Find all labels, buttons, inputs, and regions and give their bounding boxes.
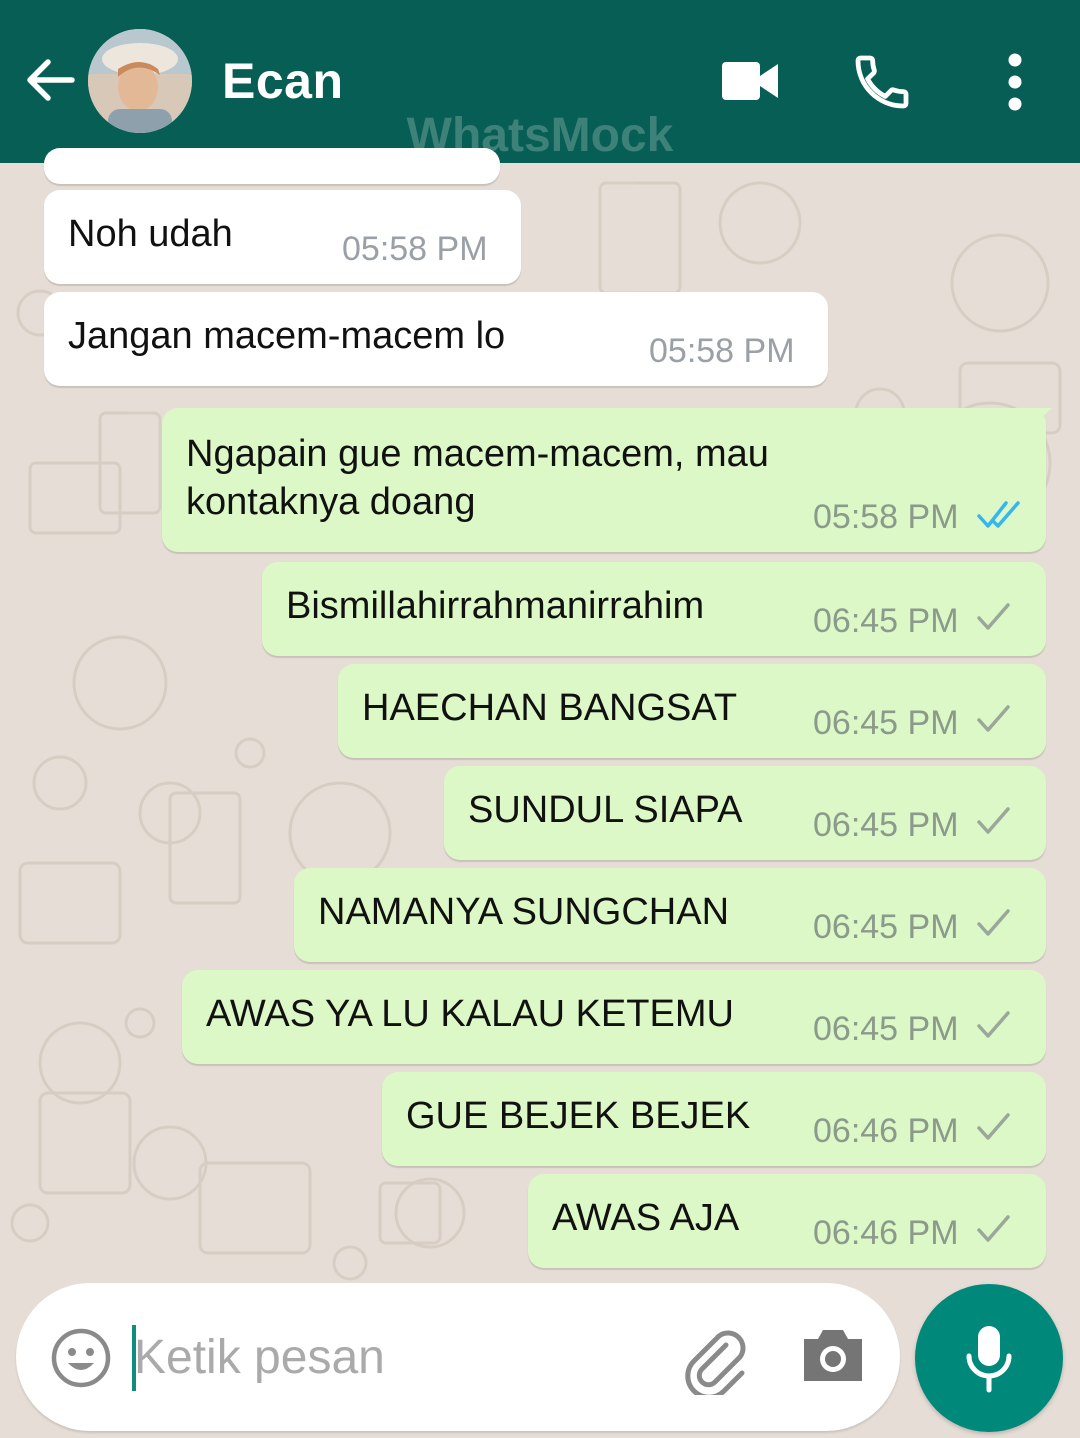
message-composer <box>16 1283 900 1431</box>
more-vertical-icon <box>1008 53 1022 111</box>
message-bubble-outgoing[interactable]: HAECHAN BANGSAT 06:45 PM <box>338 664 1046 758</box>
voice-message-button[interactable] <box>915 1284 1063 1432</box>
message-text: GUE BEJEK BEJEK <box>406 1095 751 1137</box>
message-time: 05:58 PM <box>342 230 488 268</box>
message-time: 06:45 PM <box>813 806 959 844</box>
message-bubble-partial[interactable] <box>44 148 500 184</box>
message-text: AWAS YA LU KALAU KETEMU <box>206 993 734 1035</box>
check-sent-icon <box>977 909 1010 936</box>
message-text: Noh udah <box>68 213 233 255</box>
more-options-button[interactable] <box>995 52 1035 112</box>
camera-button[interactable] <box>800 1325 866 1385</box>
check-sent-icon <box>977 603 1010 630</box>
video-call-button[interactable] <box>720 58 780 104</box>
message-text: SUNDUL SIAPA <box>468 789 743 831</box>
contact-name[interactable]: Ecan <box>222 52 344 110</box>
message-time: 06:45 PM <box>813 704 959 742</box>
message-bubble-outgoing[interactable]: AWAS AJA 06:46 PM <box>528 1174 1046 1268</box>
message-text-line-2: kontaknya doang <box>186 481 476 523</box>
message-bubble-outgoing[interactable]: SUNDUL SIAPA 06:45 PM <box>444 766 1046 860</box>
message-bubble-outgoing[interactable]: NAMANYA SUNGCHAN 06:45 PM <box>294 868 1046 962</box>
check-sent-icon <box>977 1113 1010 1140</box>
phone-icon <box>855 55 909 109</box>
message-time: 05:58 PM <box>813 498 959 536</box>
message-text: AWAS AJA <box>552 1197 740 1239</box>
message-text: NAMANYA SUNGCHAN <box>318 891 730 933</box>
message-time: 06:45 PM <box>813 1010 959 1048</box>
microphone-icon <box>966 1326 1012 1393</box>
arrow-left-icon <box>27 59 75 101</box>
smiley-icon <box>51 1328 111 1388</box>
message-text: Jangan macem-macem lo <box>68 315 506 357</box>
back-button[interactable] <box>22 52 82 112</box>
double-check-read-icon <box>977 501 1020 528</box>
chat-header: Ecan WhatsMock <box>0 0 1080 163</box>
message-bubble-outgoing[interactable]: Ngapain gue macem-macem, mau kontaknya d… <box>162 408 1052 552</box>
message-time: 06:45 PM <box>813 908 959 946</box>
bubble-tail <box>1024 408 1052 434</box>
paperclip-icon <box>685 1330 746 1400</box>
video-camera-icon <box>722 62 778 100</box>
check-sent-icon <box>977 1011 1010 1038</box>
attach-button[interactable] <box>680 1323 752 1400</box>
camera-icon <box>804 1330 862 1381</box>
message-bubble-incoming[interactable]: Noh udah 05:58 PM <box>44 190 521 284</box>
message-time: 06:45 PM <box>813 602 959 640</box>
emoji-button[interactable] <box>50 1327 112 1389</box>
message-bubble-outgoing[interactable]: AWAS YA LU KALAU KETEMU 06:45 PM <box>182 970 1046 1064</box>
voice-call-button[interactable] <box>850 50 914 114</box>
message-bubble-outgoing[interactable]: Bismillahirrahmanirrahim 06:45 PM <box>262 562 1046 656</box>
check-sent-icon <box>977 705 1010 732</box>
check-sent-icon <box>977 1215 1010 1242</box>
message-text: Bismillahirrahmanirrahim <box>286 585 705 627</box>
message-text: HAECHAN BANGSAT <box>362 687 738 729</box>
message-time: 06:46 PM <box>813 1112 959 1150</box>
message-bubble-incoming[interactable]: Jangan macem-macem lo 05:58 PM <box>44 292 828 386</box>
message-time: 06:46 PM <box>813 1214 959 1252</box>
message-time: 05:58 PM <box>649 332 795 370</box>
check-sent-icon <box>977 807 1010 834</box>
message-text-line-1: Ngapain gue macem-macem, mau <box>186 433 769 475</box>
message-bubble-outgoing[interactable]: GUE BEJEK BEJEK 06:46 PM <box>382 1072 1046 1166</box>
message-input[interactable] <box>134 1319 654 1395</box>
